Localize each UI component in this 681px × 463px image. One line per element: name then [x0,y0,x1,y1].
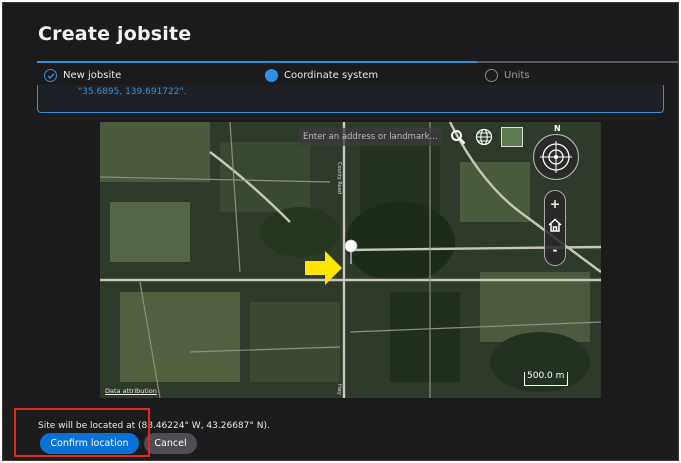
compass-north-label: N [554,124,561,133]
scale-label: 500.0 m [527,371,565,381]
empty-circle-icon [485,69,498,82]
zoom-controls: + - [544,190,566,266]
zoom-out-button[interactable]: - [545,243,565,257]
current-step-dot-icon [265,69,278,82]
step-progress-current [247,61,477,63]
zoom-in-button[interactable]: + [545,197,565,211]
step-label: Coordinate system [284,70,379,81]
road-label: County Road [336,162,342,194]
road-label: Hwy [336,384,342,395]
globe-icon[interactable] [474,127,494,147]
dialog-title: Create jobsite [38,23,192,45]
create-jobsite-dialog: Create jobsite New jobsite Coordinate sy… [2,2,679,461]
step-new-jobsite[interactable]: New jobsite [44,69,121,82]
map-view[interactable]: County Road Hwy Enter an address or land… [100,122,601,398]
data-attribution-link[interactable]: Data attribution [105,387,157,395]
step-label: Units [504,70,530,81]
step-label: New jobsite [63,70,122,81]
basemap-thumbnail-icon[interactable] [501,127,523,147]
coordinate-info-panel: "35.6895, 139.691722". [37,85,664,113]
check-circle-icon [44,69,57,82]
red-highlight-annotation [14,408,150,457]
yellow-arrow-annotation-icon [305,251,343,289]
search-icon[interactable] [449,128,467,146]
location-pin-icon[interactable] [344,239,358,269]
coordinate-text: "35.6895, 139.691722". [78,87,187,97]
address-search-input[interactable]: Enter an address or landmark... [299,128,441,146]
step-progress-done [37,61,247,63]
cancel-button[interactable]: Cancel [144,433,197,454]
home-icon[interactable] [545,218,565,235]
step-units[interactable]: Units [485,69,530,82]
stepper: New jobsite Coordinate system Units [37,61,678,87]
step-progress-todo [477,61,678,63]
step-coordinate-system[interactable]: Coordinate system [265,69,378,82]
compass-icon[interactable] [533,134,579,180]
